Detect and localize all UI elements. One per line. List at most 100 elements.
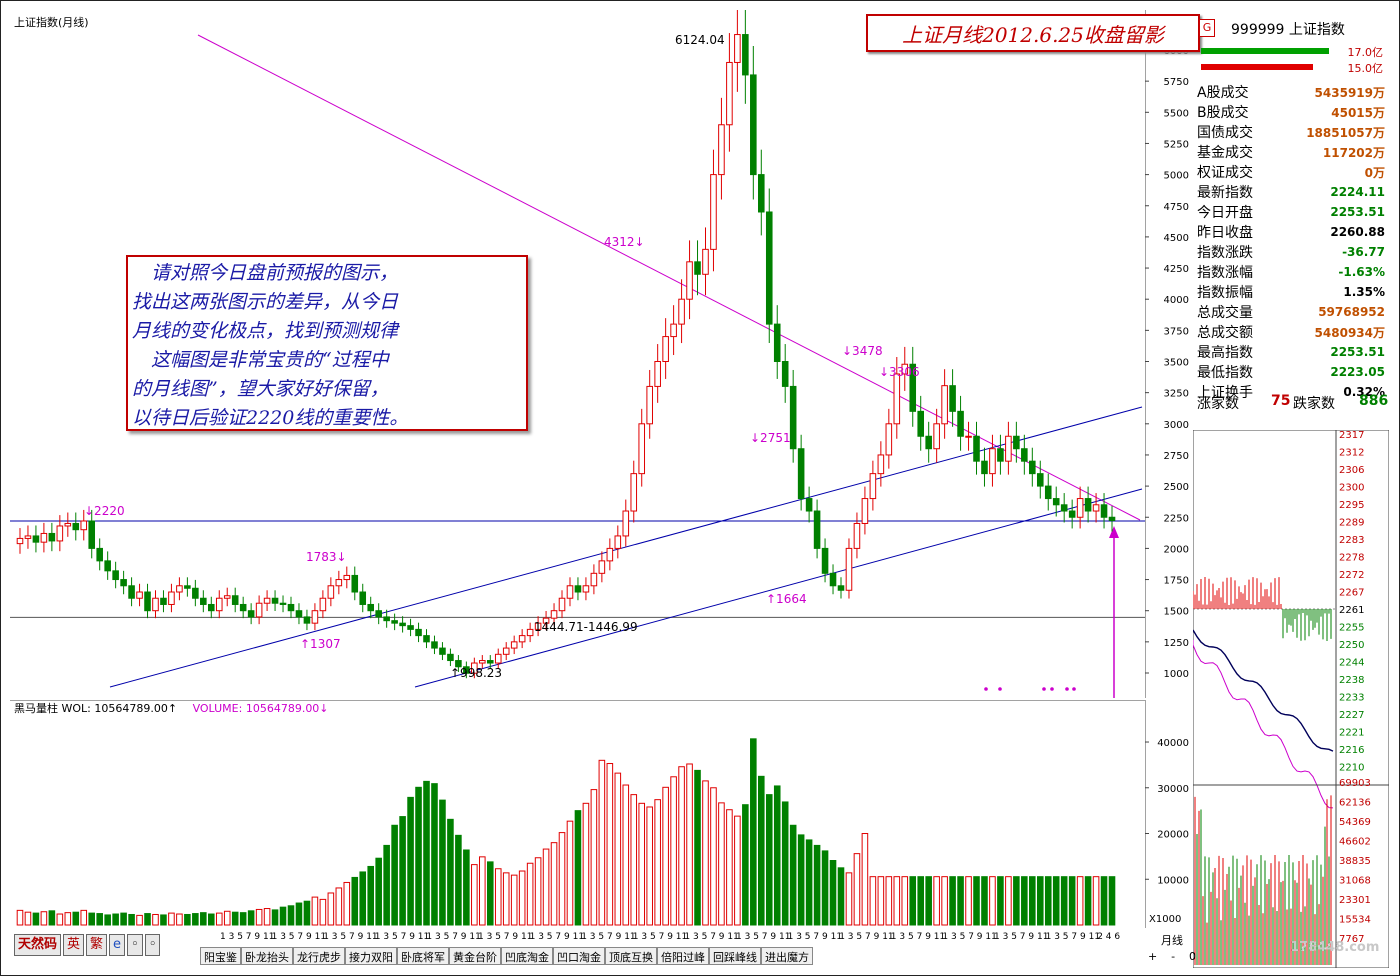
volume-title: 黑马量柱 WOL: 10564789.00↑ VOLUME: 10564789.… — [14, 700, 329, 716]
candle — [88, 520, 96, 549]
tool-icon[interactable]: ◦ — [127, 934, 143, 956]
indicator-tab[interactable]: 进出魔方 — [761, 947, 813, 965]
indicator-tab[interactable]: 凹底淘金 — [501, 947, 553, 965]
indicator-tab[interactable]: 凹口淘金 — [553, 947, 605, 965]
month-tick: 5 — [650, 932, 656, 942]
volume-bar — [1084, 876, 1092, 926]
quote-row: 今日开盘 2253.51 — [1195, 202, 1387, 222]
volume-bar — [471, 864, 478, 926]
zoom-in-button[interactable]: + — [1148, 950, 1157, 963]
month-tick: 3 — [589, 932, 596, 942]
candle — [773, 323, 781, 362]
indicator-tab[interactable]: 回踩峰线 — [709, 947, 761, 965]
intraday-vol-tick: 31068 — [1339, 876, 1371, 887]
indicator-tab[interactable]: 倍阳过峰 — [657, 947, 709, 965]
candle — [973, 435, 980, 462]
tool-icon[interactable]: ◦ — [144, 934, 161, 956]
candle — [885, 423, 893, 456]
month-tick: 7 — [658, 932, 665, 942]
month-tick: 3 — [744, 932, 751, 942]
month-tick: 9 — [718, 932, 725, 942]
y-tick-label: 4750 — [1164, 202, 1189, 213]
quote-key: 总成交量 — [1197, 305, 1253, 321]
candle — [510, 641, 518, 649]
intraday-price-tick: 2238 — [1339, 675, 1364, 686]
indicator-tab[interactable]: 卧龙抬头 — [241, 947, 293, 965]
y-tick-label: 5000 — [1164, 171, 1189, 182]
zoom-reset-button[interactable]: 0 — [1189, 950, 1196, 963]
quote-row: 权证成交 0万 — [1195, 162, 1387, 182]
intraday-price-tick: 2261 — [1339, 605, 1364, 616]
zoom-out-button[interactable]: - — [1171, 950, 1175, 963]
intraday-price-tick: 2210 — [1339, 763, 1364, 774]
volume-bar — [917, 876, 924, 926]
indicator-tab[interactable]: 龙行虎步 — [293, 947, 345, 965]
volume-bar — [215, 912, 223, 926]
volume-label: VOLUME: 10564789.00↓ — [192, 702, 329, 715]
month-tick: 9 — [667, 932, 673, 942]
volume-bar — [104, 914, 111, 926]
candle — [853, 522, 861, 549]
volume-bar — [486, 861, 494, 926]
month-tick: 6 — [1114, 932, 1121, 942]
volume-bar — [726, 809, 733, 926]
candle — [981, 460, 988, 475]
browser-icon[interactable]: e — [109, 934, 126, 956]
period-label[interactable]: 月线 — [1148, 932, 1196, 948]
lang-en-button[interactable]: 英 — [63, 934, 85, 956]
candle — [622, 510, 630, 537]
volume-bar — [223, 910, 231, 926]
candle — [48, 532, 56, 542]
note-line: 的月线图”，望大家好好保留， — [132, 378, 389, 400]
volume-bar — [367, 865, 374, 926]
indicator-tab[interactable]: 阳宝鉴 — [200, 947, 241, 965]
month-tick: 9 — [409, 932, 415, 942]
month-tick: 1 — [1045, 932, 1052, 942]
intraday-price-tick: 2317 — [1339, 430, 1364, 441]
month-tick: 5 — [288, 932, 295, 942]
candle — [80, 520, 88, 531]
volume-bar — [638, 802, 646, 926]
lang-tc-button[interactable]: 繁 — [86, 934, 108, 956]
quote-row: 总成交额 5480934万 — [1195, 322, 1387, 342]
indicator-tab[interactable]: 接力双阳 — [345, 947, 397, 965]
indicator-tab[interactable]: 黄金台阶 — [449, 947, 501, 965]
up-bar-label: 17.0亿 — [1347, 46, 1384, 59]
month-tick: 1 — [839, 932, 845, 942]
month-tick: 9 — [306, 932, 312, 942]
brand-button[interactable]: 天然码 — [14, 934, 62, 956]
volume-bar — [909, 876, 917, 926]
volume-bar — [152, 913, 159, 926]
candle — [997, 448, 1004, 462]
month-tick: 1 — [890, 932, 897, 942]
candle — [574, 585, 582, 593]
volume-axis: 10000 20000 30000 40000 X1000 — [1145, 700, 1189, 928]
candle — [359, 591, 367, 605]
volume-bar — [160, 914, 167, 926]
candle — [1013, 435, 1020, 450]
quote-row: A股成交 5435919万 — [1195, 82, 1387, 102]
volume-bar — [287, 905, 295, 926]
candle — [56, 525, 64, 542]
candle — [686, 261, 693, 300]
candle — [200, 597, 207, 605]
intraday-price-tick: 2227 — [1339, 710, 1364, 721]
volume-bar — [335, 887, 343, 926]
g-icon[interactable]: G — [1199, 19, 1215, 37]
indicator-tab[interactable]: 顶底互换 — [605, 947, 657, 965]
quote-key: 基金成交 — [1197, 145, 1253, 161]
volume-bar — [423, 780, 430, 926]
candle — [750, 74, 757, 176]
candle — [582, 585, 590, 593]
candle — [614, 535, 622, 549]
indicator-tab[interactable]: 卧底将军 — [397, 947, 449, 965]
month-tick: 1 — [323, 932, 329, 942]
volume-bar — [128, 913, 135, 926]
candle — [662, 336, 669, 362]
month-tick: 5 — [546, 932, 553, 942]
month-tick: 9 — [770, 932, 777, 942]
candle — [1005, 435, 1012, 462]
vol-tick-label: 40000 — [1157, 738, 1189, 749]
month-tick: 5 — [959, 932, 966, 942]
month-tick: 7 — [813, 932, 820, 942]
